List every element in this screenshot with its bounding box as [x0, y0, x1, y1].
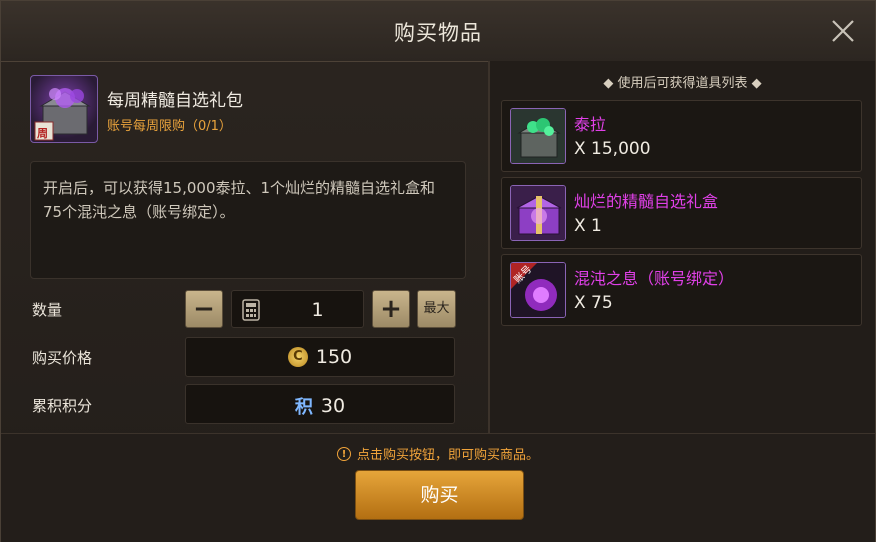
minus-icon: −: [193, 294, 215, 324]
price-value: 150: [315, 346, 353, 368]
item-description: 开启后，可以获得15,000泰拉、1个灿烂的精髓自选礼盒和75个混沌之息（账号绑…: [30, 161, 466, 279]
purchase-dialog: 购买物品 周 每周精髓自选礼包 账号每周限购（0/1） 开启后，可以获得15,0…: [0, 0, 876, 542]
price-box: C 150: [185, 337, 455, 377]
quantity-plus-button[interactable]: +: [372, 290, 410, 328]
reward-item[interactable]: 泰拉 X 15,000: [501, 100, 862, 172]
points-value: 30: [320, 395, 346, 417]
reward-name: 混沌之息（账号绑定）: [574, 269, 735, 288]
points-icon: 积: [294, 397, 313, 418]
points-label: 累积积分: [32, 397, 93, 415]
weekly-badge: 周: [37, 127, 48, 140]
quantity-max-button[interactable]: 最大: [417, 290, 456, 328]
notice-text: 点击购买按钮，即可购买商品。: [356, 448, 539, 463]
reward-name: 灿烂的精髓自选礼盒: [574, 192, 719, 211]
purchase-notice: ! 点击购买按钮，即可购买商品。: [1, 444, 875, 463]
quantity-minus-button[interactable]: −: [185, 290, 223, 328]
dialog-header: 购买物品: [1, 1, 875, 62]
coin-icon: C: [287, 347, 308, 367]
buy-button[interactable]: 购买: [355, 470, 524, 520]
reward-item[interactable]: 账号 混沌之息（账号绑定） X 75: [501, 254, 862, 326]
points-box: 积 30: [185, 384, 455, 424]
close-button[interactable]: [827, 15, 859, 47]
quantity-value: 1: [311, 299, 324, 321]
dialog-footer: ! 点击购买按钮，即可购买商品。 购买: [1, 433, 875, 542]
plus-icon: +: [380, 294, 402, 324]
reward-name: 泰拉: [574, 115, 607, 134]
reward-item[interactable]: 灿烂的精髓自选礼盒 X 1: [501, 177, 862, 249]
price-label: 购买价格: [32, 349, 93, 367]
dialog-title: 购买物品: [394, 21, 482, 45]
warning-icon: !: [336, 446, 351, 461]
reward-list-title: ◆ 使用后可获得道具列表 ◆: [603, 76, 762, 91]
quantity-input[interactable]: 1: [231, 290, 364, 328]
quantity-label: 数量: [32, 301, 63, 319]
reward-count: X 15,000: [574, 139, 651, 159]
purchase-limit: 账号每周限购（0/1）: [107, 119, 232, 134]
item-name: 每周精髓自选礼包: [107, 91, 243, 111]
close-icon: [832, 20, 854, 42]
reward-list-panel: ◆ 使用后可获得道具列表 ◆ 泰拉 X 15,000 灿烂的精髓自选礼盒 X 1…: [490, 61, 875, 433]
reward-count: X 1: [574, 216, 602, 236]
calculator-icon: [242, 299, 260, 321]
purple-gift-box-icon: [510, 185, 566, 241]
tera-chest-icon: [510, 108, 566, 164]
reward-count: X 75: [574, 293, 613, 313]
weekly-chest-icon: 周: [30, 75, 98, 143]
chaos-breath-icon: 账号: [510, 262, 566, 318]
item-detail-panel: 周 每周精髓自选礼包 账号每周限购（0/1） 开启后，可以获得15,000泰拉、…: [12, 61, 488, 433]
